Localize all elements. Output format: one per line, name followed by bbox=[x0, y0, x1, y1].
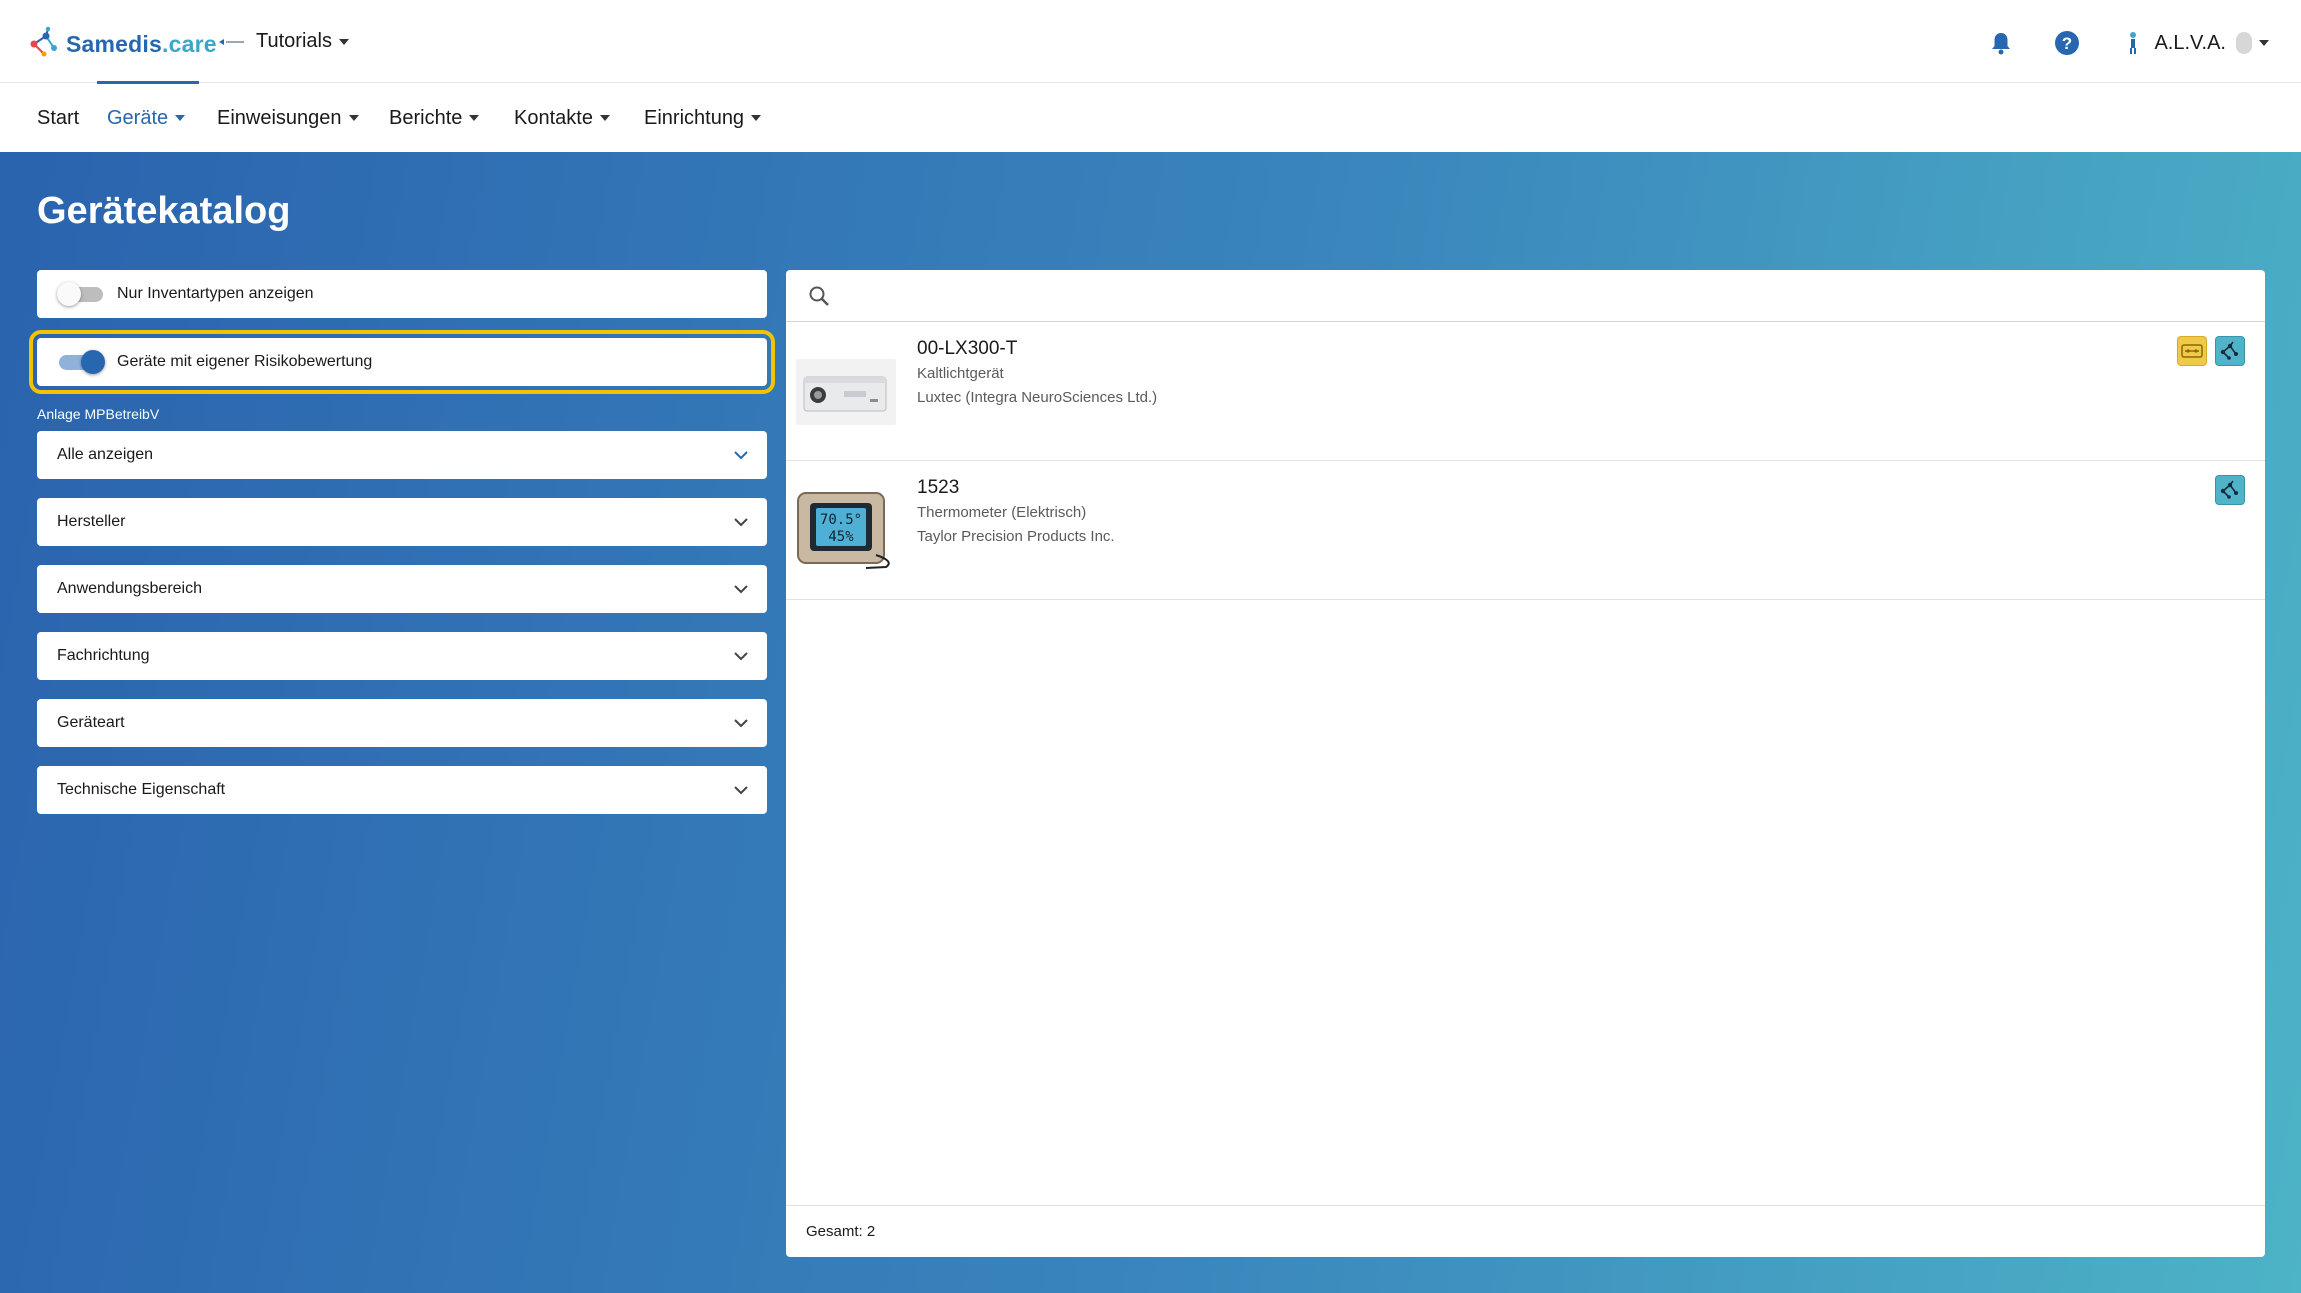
tenant-switcher[interactable]: Tutorials bbox=[218, 30, 349, 53]
catalog-badge-icon bbox=[2177, 336, 2207, 366]
toggle-thumb bbox=[57, 282, 81, 306]
device-type: Thermometer (Elektrisch) bbox=[917, 504, 1087, 521]
chevron-down-icon bbox=[348, 115, 359, 121]
hersteller-select[interactable]: Hersteller bbox=[37, 498, 767, 546]
own-risk-assessment-filter: Geräte mit eigener Risikobewertung bbox=[29, 330, 775, 394]
chevron-down-icon bbox=[469, 115, 480, 121]
search-icon bbox=[809, 286, 829, 306]
device-row[interactable]: 00-LX300-T Kaltlichtgerät Luxtec (Integr… bbox=[786, 322, 2265, 461]
logo-text: Samedis.care bbox=[66, 30, 217, 57]
select-label: Technische Eigenschaft bbox=[57, 781, 226, 798]
chevron-down-icon bbox=[734, 786, 748, 795]
molecule-badge-icon bbox=[2215, 475, 2245, 505]
select-label: Geräteart bbox=[57, 714, 125, 731]
geraeteart-select[interactable]: Geräteart bbox=[37, 699, 767, 747]
chevron-down-icon bbox=[175, 115, 186, 121]
user-name: A.L.V.A. bbox=[2154, 31, 2226, 54]
tenant-label: Tutorials bbox=[256, 30, 332, 52]
select-label: Anwendungsbereich bbox=[57, 580, 202, 597]
help-icon: ? bbox=[2055, 31, 2080, 55]
device-image bbox=[796, 359, 896, 425]
device-catalog-panel: 00-LX300-T Kaltlichtgerät Luxtec (Integr… bbox=[786, 270, 2265, 1257]
toggle-thumb bbox=[81, 350, 105, 374]
results-footer: Gesamt: 2 bbox=[786, 1205, 2265, 1257]
select-label: Hersteller bbox=[57, 513, 126, 530]
chevron-down-icon bbox=[751, 115, 762, 121]
device-manufacturer: Taylor Precision Products Inc. bbox=[917, 528, 1115, 545]
nav-item-label: Start bbox=[37, 106, 80, 129]
nav-item-einweisungen[interactable]: Einweisungen bbox=[217, 84, 359, 152]
select-label: Fachrichtung bbox=[57, 647, 150, 664]
chevron-down-icon bbox=[734, 585, 748, 594]
nav-item-geraete[interactable]: Geräte bbox=[107, 84, 186, 152]
filter-label: Geräte mit eigener Risikobewertung bbox=[117, 353, 373, 370]
user-menu[interactable]: A.L.V.A. bbox=[2126, 31, 2269, 55]
device-title: 1523 bbox=[917, 477, 960, 498]
nav-item-label: Geräte bbox=[107, 106, 169, 129]
help-button[interactable]: ? bbox=[2052, 28, 2082, 58]
device-title: 00-LX300-T bbox=[917, 338, 1018, 359]
nav-item-berichte[interactable]: Berichte bbox=[389, 84, 480, 152]
device-badges bbox=[2207, 475, 2245, 505]
technische-eigenschaft-select[interactable]: Technische Eigenschaft bbox=[37, 766, 767, 814]
nav-item-label: Einweisungen bbox=[217, 106, 342, 129]
user-figure-icon bbox=[2130, 32, 2137, 54]
device-type: Kaltlichtgerät bbox=[917, 365, 1004, 382]
nav-item-kontakte[interactable]: Kontakte bbox=[514, 84, 610, 152]
anlage-mpbetreibv-label: Anlage MPBetreibV bbox=[37, 406, 160, 422]
chevron-down-icon bbox=[734, 652, 748, 661]
anwendungsbereich-select[interactable]: Anwendungsbereich bbox=[37, 565, 767, 613]
samedis-logo[interactable]: Samedis.care bbox=[26, 26, 217, 62]
search-bar bbox=[786, 270, 2265, 322]
chevron-down-icon bbox=[734, 518, 748, 527]
nav-item-einrichtung[interactable]: Einrichtung bbox=[644, 84, 762, 152]
inventory-types-toggle[interactable] bbox=[57, 282, 103, 306]
molecule-badge-icon bbox=[2215, 336, 2245, 366]
tenant-logo-icon bbox=[218, 35, 246, 49]
total-count: Gesamt: 2 bbox=[806, 1223, 876, 1240]
inventory-types-filter: Nur Inventartypen anzeigen bbox=[37, 270, 767, 318]
svg-text:70.5°: 70.5° bbox=[820, 512, 862, 528]
main-nav: Start Geräte Einweisungen Berichte Konta… bbox=[0, 84, 2301, 152]
bell-icon bbox=[1992, 33, 2011, 55]
fachrichtung-select[interactable]: Fachrichtung bbox=[37, 632, 767, 680]
svg-text:?: ? bbox=[2062, 34, 2072, 53]
device-manufacturer: Luxtec (Integra NeuroSciences Ltd.) bbox=[917, 389, 1158, 406]
page-title: Gerätekatalog bbox=[37, 190, 291, 232]
nav-item-label: Einrichtung bbox=[644, 106, 745, 129]
chevron-down-icon bbox=[599, 115, 610, 121]
device-image: 70.5° 45% bbox=[797, 492, 890, 569]
chevron-down-icon bbox=[2259, 40, 2269, 46]
filter-label: Nur Inventartypen anzeigen bbox=[117, 285, 314, 302]
own-risk-assessment-toggle[interactable] bbox=[57, 350, 105, 374]
active-tab-indicator bbox=[97, 81, 199, 84]
chevron-down-icon bbox=[734, 719, 748, 728]
anlage-mpbetreibv-select[interactable]: Alle anzeigen bbox=[37, 431, 767, 479]
molecule-logo-icon bbox=[30, 26, 57, 57]
chevron-down-icon bbox=[338, 38, 349, 45]
device-badges bbox=[2169, 336, 2245, 366]
nav-item-label: Berichte bbox=[389, 106, 463, 129]
user-avatar bbox=[2236, 32, 2252, 54]
chevron-down-icon bbox=[734, 451, 748, 460]
main-content: Gerätekatalog Nur Inventartypen anzeigen… bbox=[0, 152, 2301, 1293]
select-value: Alle anzeigen bbox=[57, 446, 154, 463]
svg-text:45%: 45% bbox=[828, 529, 854, 545]
nav-item-label: Kontakte bbox=[514, 106, 593, 129]
notifications-button[interactable] bbox=[1986, 28, 2016, 58]
nav-item-start[interactable]: Start bbox=[37, 84, 79, 152]
search-input[interactable] bbox=[842, 275, 2222, 316]
device-row[interactable]: 70.5° 45% 1523 Thermometer (Elektrisch) … bbox=[786, 461, 2265, 600]
top-bar: Samedis.care Tutorials ? A.L.V.A. bbox=[0, 0, 2301, 83]
